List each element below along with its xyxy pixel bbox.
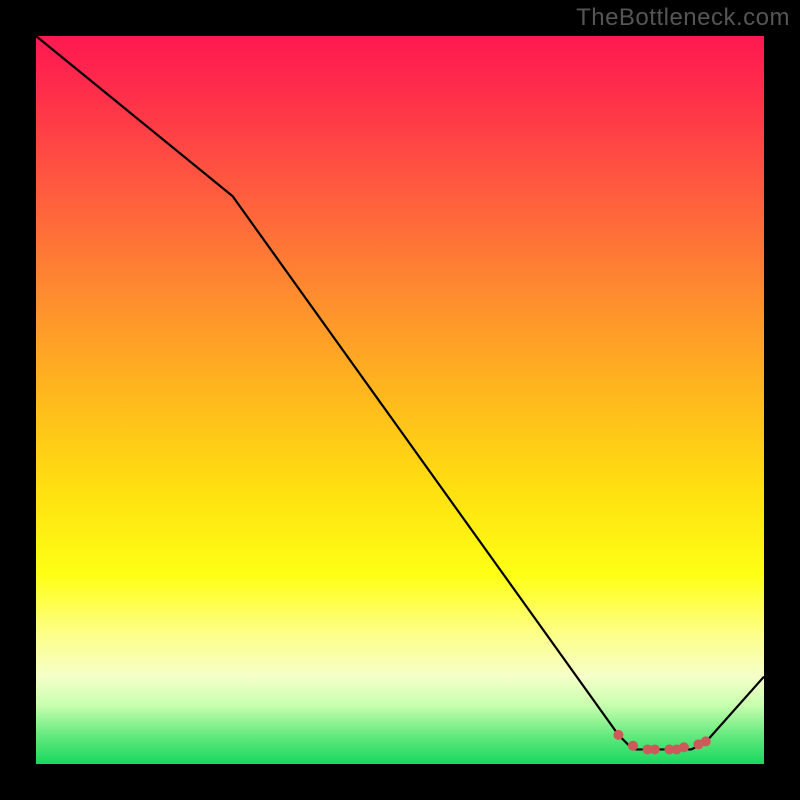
series-bottleneck-curve (36, 36, 764, 749)
highlight-dot (650, 744, 660, 754)
highlight-dot (628, 741, 638, 751)
watermark-text: TheBottleneck.com (576, 4, 790, 32)
highlight-dots (613, 730, 710, 755)
highlight-dot (613, 730, 623, 740)
highlight-dot (679, 742, 689, 752)
chart-frame: TheBottleneck.com (0, 0, 800, 800)
bottleneck-curve-line (36, 36, 764, 749)
chart-overlay (36, 36, 764, 764)
highlight-dot (701, 736, 711, 746)
